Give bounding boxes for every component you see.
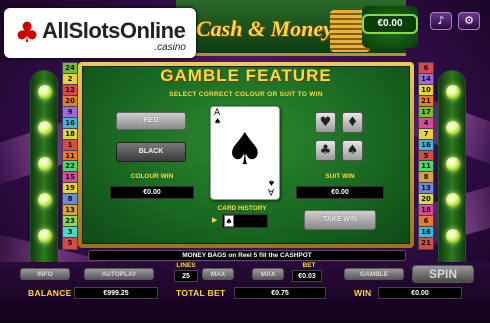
lamp-light: [38, 193, 52, 207]
info-button[interactable]: INFO: [20, 268, 70, 280]
right-lamp-column: [438, 70, 466, 276]
left-payline-markers: 24 2 12 20 9 16 18 1 11 22 15 19 8 13 23 3 5: [62, 62, 78, 250]
payline-marker: 5: [62, 237, 78, 250]
colour-win-label: COLOUR WIN: [130, 173, 174, 180]
card-history-label: CARD HISTORY: [217, 205, 267, 212]
gamble-title: GAMBLE FEATURE: [160, 66, 332, 85]
lamp-light: [446, 193, 460, 207]
total-bet-label: TOTAL BET: [176, 288, 226, 298]
cashpot-value: €0.00: [362, 14, 418, 34]
lamp-light: [446, 85, 460, 99]
colour-win-value: €0.00: [110, 186, 194, 199]
settings-icon[interactable]: ⚙: [458, 12, 480, 30]
suit-win-value: €0.00: [296, 186, 384, 199]
info-message: MONEY BAGS on Reel 5 fill the CASHPOT: [88, 250, 406, 261]
card-suit-small: ♠: [214, 117, 222, 126]
clover-icon: ♣: [14, 16, 40, 49]
win-label: WIN: [354, 288, 372, 298]
game-stage: Cash & Money €0.00 ♪ ⚙ ♣ AllSlotsOnline …: [0, 0, 490, 323]
lamp-light: [38, 229, 52, 243]
total-bet-value: €0.75: [234, 287, 326, 299]
heart-suit-button[interactable]: ♥: [315, 112, 336, 133]
history-arrow-icon: ▶: [212, 217, 218, 224]
site-logo-sub: .casino: [154, 42, 186, 53]
lamp-light: [446, 157, 460, 171]
game-title: Cash & Money: [196, 16, 333, 41]
left-lamp-column: [30, 70, 58, 276]
gamble-button[interactable]: GAMBLE: [344, 268, 404, 280]
lamp-light: [446, 121, 460, 135]
max-bet-button[interactable]: MAX: [252, 268, 284, 280]
spade-icon: ♠: [225, 124, 265, 175]
max-lines-button[interactable]: MAX: [202, 268, 234, 280]
take-win-button[interactable]: TAKE WIN: [304, 210, 376, 230]
lamp-light: [38, 157, 52, 171]
suit-win-label: SUIT WIN: [325, 173, 355, 180]
win-value: €0.00: [378, 287, 462, 299]
bet-label: BET: [302, 262, 316, 269]
black-button[interactable]: BLACK: [116, 142, 186, 162]
bet-value: €0.03: [292, 270, 322, 282]
sound-icon[interactable]: ♪: [430, 12, 452, 30]
card-rank: A: [268, 186, 275, 196]
history-card: ♠: [224, 215, 234, 227]
gamble-subtitle: SELECT CORRECT COLOUR OR SUIT TO WIN: [169, 91, 323, 98]
payline-marker: 21: [418, 237, 434, 250]
right-payline-markers: 6 14 10 21 17 4 7 16 5 11 8 13 20 18 6 16 21: [418, 62, 434, 250]
balance-value: €999.25: [74, 287, 158, 299]
lamp-light: [446, 229, 460, 243]
site-logo-text: AllSlotsOnline: [42, 18, 186, 43]
spade-suit-button[interactable]: ♠: [342, 140, 363, 161]
red-button[interactable]: RED: [116, 112, 186, 130]
autoplay-button[interactable]: AUTOPLAY: [84, 268, 154, 280]
balance-label: BALANCE: [28, 288, 72, 298]
lines-value: 25: [174, 270, 198, 282]
diamond-suit-button[interactable]: ♦: [342, 112, 363, 133]
site-logo: ♣ AllSlotsOnline .casino: [4, 8, 196, 58]
lamp-light: [38, 121, 52, 135]
lamp-light: [38, 85, 52, 99]
lines-label: LINES: [176, 262, 196, 269]
club-suit-button[interactable]: ♣: [315, 140, 336, 161]
spin-button[interactable]: SPIN: [412, 265, 474, 283]
